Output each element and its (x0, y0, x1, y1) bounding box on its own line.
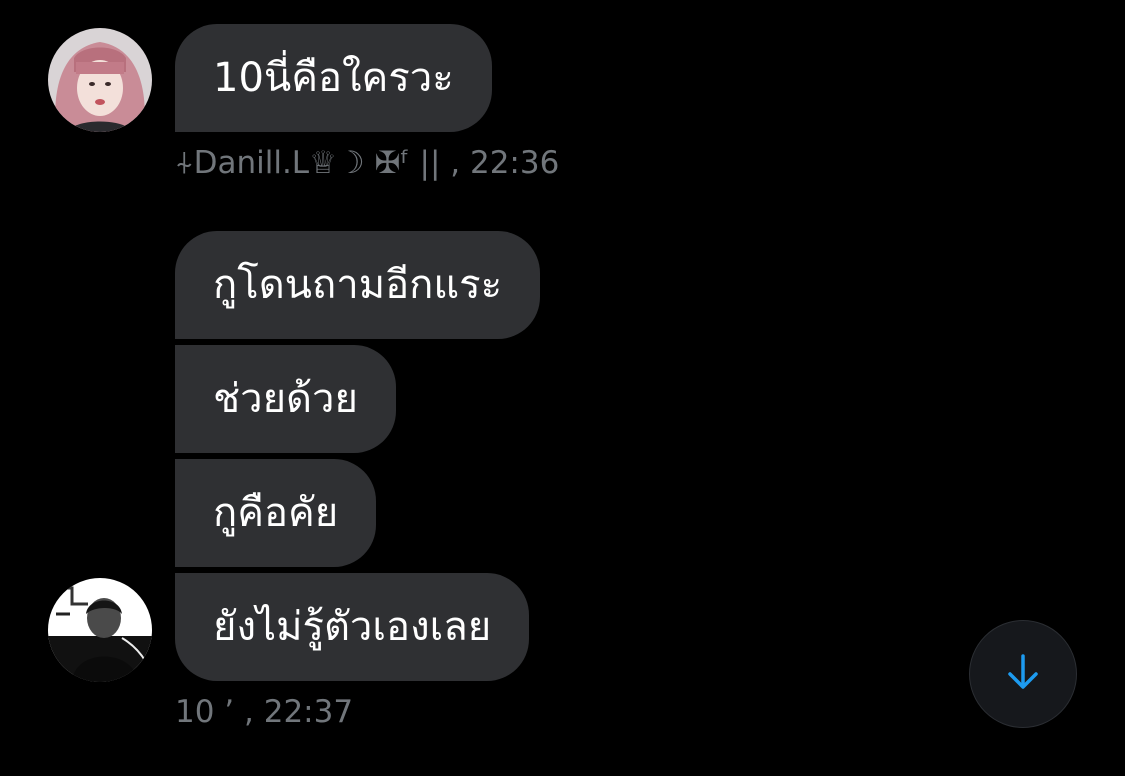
message-bubble[interactable]: กูโดนถามอีกแระ (175, 231, 541, 339)
avatar-10[interactable] (48, 578, 152, 682)
message-text: กูโดนถามอีกแระ (213, 262, 503, 308)
sender-name[interactable]: 10 ’ (175, 694, 234, 730)
arrow-down-icon (1005, 652, 1041, 696)
message-text: ช่วยด้วย (213, 376, 358, 422)
message-time: , 22:37 (244, 694, 354, 730)
message-text: ยังไม่รู้ตัวเองเลย (213, 604, 492, 650)
message-bubble[interactable]: ช่วยด้วย (175, 345, 396, 453)
message-bubble[interactable]: 10นี่คือใครวะ (175, 24, 492, 132)
sender-name[interactable]: ⍭Danill.L♕☽ ✠ᶠ || (175, 145, 440, 181)
avatar-danill[interactable] (48, 28, 152, 132)
message-text: 10นี่คือใครวะ (213, 55, 454, 101)
message-time: , 22:36 (450, 145, 560, 181)
message-bubble[interactable]: กูคือคัย (175, 459, 377, 567)
message-bubble[interactable]: ยังไม่รู้ตัวเองเลย (175, 573, 530, 681)
message-meta: ⍭Danill.L♕☽ ✠ᶠ || , 22:36 (175, 145, 559, 182)
scroll-to-bottom-button[interactable] (969, 620, 1077, 728)
message-meta: 10 ’ , 22:37 (175, 694, 353, 730)
message-text: กูคือคัย (213, 490, 339, 536)
